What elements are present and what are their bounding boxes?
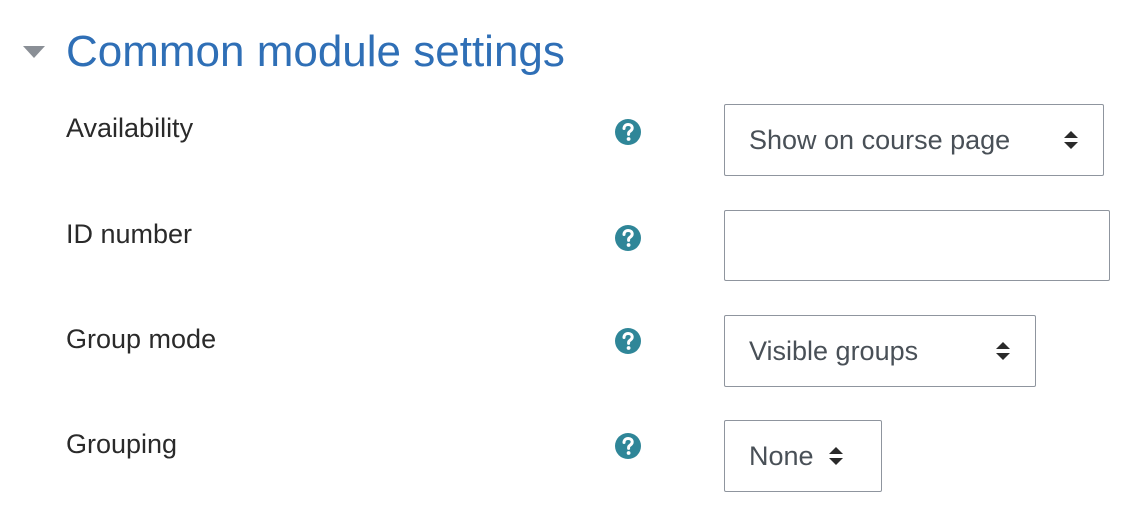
module-settings-form: Common module settings Availability Show… [0,0,1128,522]
sort-arrows-icon [1064,131,1078,149]
grouping-select[interactable]: None [724,420,882,492]
group-mode-label: Group mode [66,324,217,354]
caret-down-icon[interactable] [20,38,48,66]
availability-selected-value: Show on course page [749,124,1011,155]
id-number-label: ID number [66,219,193,249]
availability-label: Availability [66,113,194,143]
sort-arrows-icon [996,342,1010,360]
question-circle-icon[interactable] [614,432,642,460]
question-circle-icon[interactable] [614,224,642,252]
group-mode-select[interactable]: Visible groups [724,315,1036,387]
question-circle-icon[interactable] [614,118,642,146]
grouping-label: Grouping [66,429,178,459]
id-number-input[interactable] [724,210,1110,281]
section-title: Common module settings [66,27,565,76]
question-circle-icon[interactable] [614,327,642,355]
sort-arrows-icon [828,447,843,465]
section-header-common-module-settings[interactable]: Common module settings [20,22,565,82]
group-mode-selected-value: Visible groups [749,335,919,366]
availability-select[interactable]: Show on course page [724,104,1104,176]
grouping-selected-value: None [749,440,814,471]
